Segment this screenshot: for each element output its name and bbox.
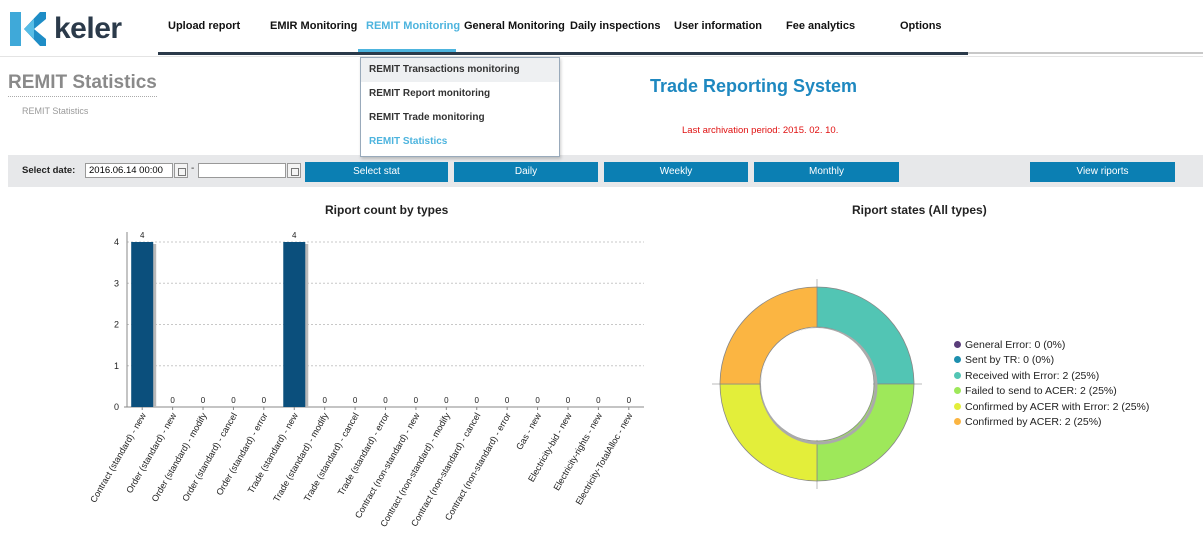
legend-label: Received with Error: 2 (25%) [965,369,1100,382]
menu-item-remit-report[interactable]: REMIT Report monitoring [361,82,559,106]
select-stat-button[interactable]: Select stat [305,162,448,182]
bar-value-label: 0 [596,396,601,405]
legend-dot-icon [954,356,961,364]
bar-value-label: 0 [505,396,510,405]
keler-logo[interactable]: keler [10,12,122,46]
legend-item[interactable]: General Error: 0 (0%) [954,338,1149,353]
calendar-icon[interactable] [287,163,301,178]
bar[interactable] [283,242,306,407]
bar-value-label: 4 [292,231,297,240]
y-tick-label: 2 [114,320,119,330]
legend-dot-icon [954,341,961,348]
nav-fee-analytics[interactable]: Fee analytics [778,0,892,52]
legend-label: Confirmed by ACER with Error: 2 (25%) [965,400,1150,413]
menu-item-remit-transactions[interactable]: REMIT Transactions monitoring [361,58,559,82]
monthly-button[interactable]: Monthly [754,162,899,182]
bar-chart-title: Riport count by types [325,203,449,217]
bar-value-label: 0 [353,396,358,405]
bar-value-label: 0 [231,396,236,405]
nav-upload-report[interactable]: Upload report [160,0,262,52]
legend-item[interactable]: Sent by TR: 0 (0%) [954,353,1149,368]
breadcrumb[interactable]: REMIT Statistics [22,106,88,116]
archive-notice: Last archivation period: 2015. 02. 10. [682,125,839,136]
legend-item[interactable]: Confirmed by ACER: 2 (25%) [954,415,1149,430]
weekly-button[interactable]: Weekly [604,162,748,182]
legend-dot-icon [954,402,961,410]
view-riports-button[interactable]: View riports [1030,162,1175,182]
legend-item[interactable]: Failed to send to ACER: 2 (25%) [954,384,1149,399]
legend-dot-icon [954,371,961,379]
bar-value-label: 0 [627,396,632,405]
legend-dot-icon [954,417,961,425]
legend-label: Failed to send to ACER: 2 (25%) [965,385,1117,398]
bar-value-label: 0 [262,396,267,405]
nav-daily-inspections[interactable]: Daily inspections [562,0,666,52]
date-from-input[interactable] [85,163,173,178]
x-tick-label: Contract (standard) - new [88,411,148,505]
menu-item-remit-trade[interactable]: REMIT Trade monitoring [361,106,559,130]
bar-value-label: 0 [322,396,327,405]
donut-hole [761,328,873,440]
page-title: REMIT Statistics [8,72,157,97]
bar-value-label: 0 [444,396,449,405]
top-header: keler Upload report EMIR Monitoring REMI… [0,0,1203,57]
bar-value-label: 0 [475,396,480,405]
bar-value-label: 0 [201,396,206,405]
daily-button[interactable]: Daily [454,162,598,182]
x-tick-label: Order (standard) - cancel [180,411,239,503]
x-tick-label: Order (standard) - modify [150,411,209,504]
calendar-icon[interactable] [174,163,188,178]
legend-item[interactable]: Confirmed by ACER with Error: 2 (25%) [954,400,1149,415]
nav-general-monitoring[interactable]: General Monitoring [456,0,565,52]
date-to-input[interactable] [198,163,286,178]
date-range-separator: - [191,163,195,174]
x-tick-label: Trade (standard) - cancel [302,411,361,503]
y-tick-label: 3 [114,278,119,288]
remit-dropdown-menu: REMIT Transactions monitoring REMIT Repo… [360,57,560,157]
bar-value-label: 0 [414,396,419,405]
bar-value-label: 0 [170,396,175,405]
legend-dot-icon [954,387,961,395]
keler-logo-icon [10,12,46,46]
pie-chart-title: Riport states (All types) [852,203,987,217]
nav-remit-monitoring[interactable]: REMIT Monitoring [358,0,460,52]
x-tick-label: Electricity-TotalAlloc - new [574,411,635,507]
nav-emir-monitoring[interactable]: EMIR Monitoring [262,0,358,52]
nav-user-information[interactable]: User information [666,0,778,52]
nav-underline [158,52,968,55]
y-tick-label: 0 [114,402,119,412]
bar-chart: 012344Contract (standard) - new0Order (s… [88,231,644,529]
bar[interactable] [131,242,154,407]
x-tick-label: Trade (standard) - modify [271,411,331,504]
x-tick-label: Gas - new [514,411,543,452]
donut-chart [712,279,922,489]
y-tick-label: 1 [114,361,119,371]
bar-value-label: 4 [140,231,145,240]
legend-label: Sent by TR: 0 (0%) [965,354,1055,367]
bar-value-label: 0 [383,396,388,405]
legend-label: General Error: 0 (0%) [965,339,1066,351]
menu-item-remit-statistics[interactable]: REMIT Statistics [361,130,559,154]
legend-label: Confirmed by ACER: 2 (25%) [965,415,1102,428]
nav-options[interactable]: Options [892,0,958,52]
main-nav: Upload report EMIR Monitoring REMIT Moni… [160,0,958,52]
pie-legend: General Error: 0 (0%) Sent by TR: 0 (0%) R… [954,338,1149,430]
bar-value-label: 0 [566,396,571,405]
x-tick-label: Contract (non-standard) - error [443,411,513,522]
nav-underline-grey [968,52,1203,54]
brand-name: keler [54,12,122,45]
legend-item[interactable]: Received with Error: 2 (25%) [954,369,1149,384]
bar-value-label: 0 [535,396,540,405]
select-date-label: Select date: [22,165,76,176]
system-title: Trade Reporting System [650,76,858,96]
y-tick-label: 4 [114,237,119,247]
